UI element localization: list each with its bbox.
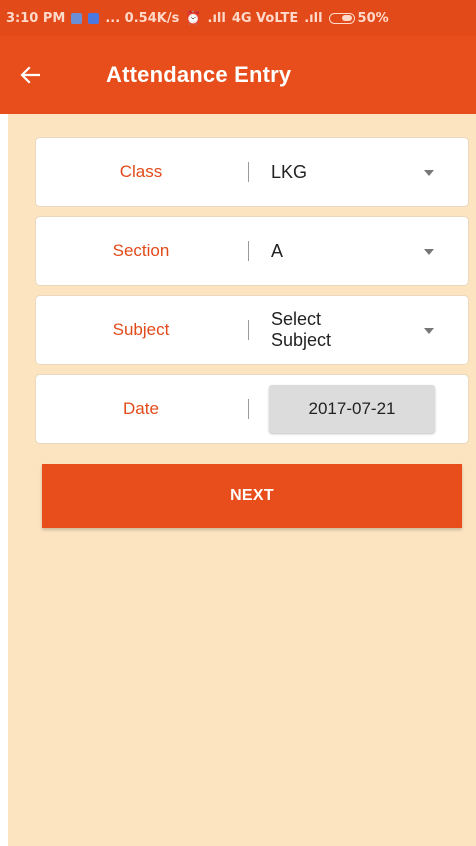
divider [248, 162, 249, 182]
date-label: Date [123, 399, 159, 418]
section-label: Section [112, 241, 170, 260]
status-battery: 50% [357, 10, 389, 26]
signal-icon-2: .ıll [304, 10, 323, 26]
battery-icon [328, 12, 355, 24]
section-value: A [271, 240, 284, 261]
back-button[interactable] [0, 36, 60, 114]
page-title: Attendance Entry [106, 62, 292, 87]
class-dropdown[interactable]: Class LKG [35, 137, 469, 207]
app-notification-icon [71, 12, 83, 24]
subject-dropdown[interactable]: Subject Select Subject [35, 295, 469, 365]
subject-label: Subject [112, 320, 170, 339]
dropdown-arrow-icon [424, 328, 434, 334]
date-picker-button[interactable]: 2017-07-21 [269, 385, 435, 433]
back-arrow-icon [20, 66, 40, 84]
status-net-speed: ... 0.54K/s [105, 10, 180, 26]
status-bar: 3:10 PM ... 0.54K/s ⏰ .ıll 4G VoLTE .ıll… [0, 0, 476, 36]
class-value: LKG [271, 161, 308, 182]
divider [248, 241, 249, 261]
section-dropdown[interactable]: Section A [35, 216, 469, 286]
signal-icon: .ıll [207, 10, 226, 26]
form-area: Class LKG Section A Subject Select Subje… [8, 114, 476, 846]
next-button[interactable]: NEXT [42, 464, 462, 528]
date-row: Date 2017-07-21 [35, 374, 469, 444]
status-network: 4G VoLTE [231, 10, 299, 26]
app-bar: Attendance Entry [0, 36, 476, 114]
alarm-icon: ⏰ [185, 10, 202, 26]
dropdown-arrow-icon [424, 249, 434, 255]
divider [248, 320, 249, 340]
hi-notification-icon [88, 12, 100, 24]
divider [248, 399, 249, 419]
class-label: Class [119, 162, 163, 181]
status-time: 3:10 PM [6, 10, 66, 26]
subject-value: Select Subject [271, 309, 332, 350]
dropdown-arrow-icon [424, 170, 434, 176]
